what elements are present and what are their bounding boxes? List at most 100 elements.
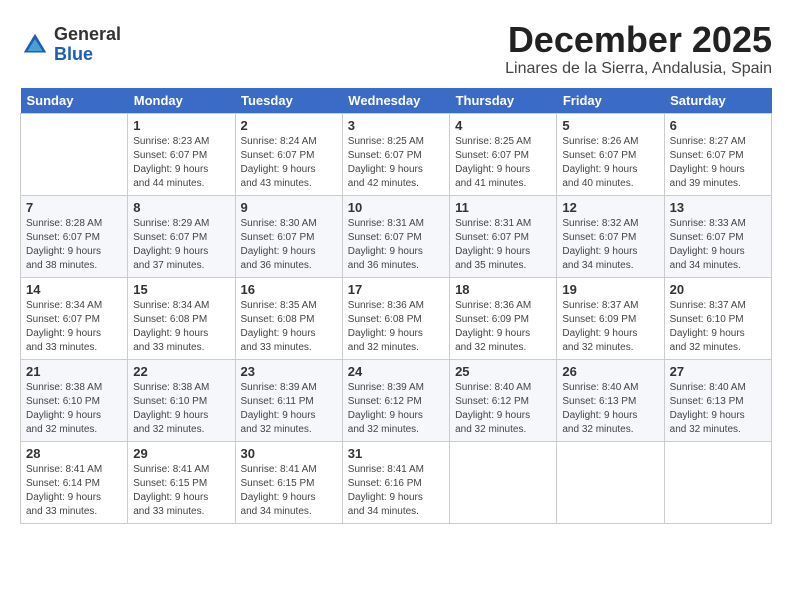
day-info: Sunrise: 8:41 AM Sunset: 6:15 PM Dayligh… xyxy=(133,463,229,519)
day-info: Sunrise: 8:40 AM Sunset: 6:12 PM Dayligh… xyxy=(455,381,551,437)
day-cell: 14 Sunrise: 8:34 AM Sunset: 6:07 PM Dayli… xyxy=(21,277,128,359)
day-number: 13 xyxy=(670,200,766,215)
day-number: 9 xyxy=(241,200,337,215)
header-row: SundayMondayTuesdayWednesdayThursdayFrid… xyxy=(21,88,772,114)
day-info: Sunrise: 8:34 AM Sunset: 6:07 PM Dayligh… xyxy=(26,299,122,355)
day-info: Sunrise: 8:33 AM Sunset: 6:07 PM Dayligh… xyxy=(670,217,766,273)
day-number: 4 xyxy=(455,118,551,133)
day-cell: 1 Sunrise: 8:23 AM Sunset: 6:07 PM Daylig… xyxy=(128,113,235,195)
day-number: 22 xyxy=(133,364,229,379)
day-number: 17 xyxy=(348,282,444,297)
day-cell: 22 Sunrise: 8:38 AM Sunset: 6:10 PM Dayli… xyxy=(128,359,235,441)
day-info: Sunrise: 8:28 AM Sunset: 6:07 PM Dayligh… xyxy=(26,217,122,273)
day-info: Sunrise: 8:30 AM Sunset: 6:07 PM Dayligh… xyxy=(241,217,337,273)
day-cell xyxy=(21,113,128,195)
calendar-table: SundayMondayTuesdayWednesdayThursdayFrid… xyxy=(20,88,772,524)
page-header: General Blue December 2025 Linares de la… xyxy=(20,20,772,78)
day-number: 21 xyxy=(26,364,122,379)
day-cell: 3 Sunrise: 8:25 AM Sunset: 6:07 PM Daylig… xyxy=(342,113,449,195)
day-number: 28 xyxy=(26,446,122,461)
day-number: 27 xyxy=(670,364,766,379)
day-info: Sunrise: 8:41 AM Sunset: 6:15 PM Dayligh… xyxy=(241,463,337,519)
day-cell: 27 Sunrise: 8:40 AM Sunset: 6:13 PM Dayli… xyxy=(664,359,771,441)
day-info: Sunrise: 8:36 AM Sunset: 6:09 PM Dayligh… xyxy=(455,299,551,355)
day-number: 2 xyxy=(241,118,337,133)
day-info: Sunrise: 8:23 AM Sunset: 6:07 PM Dayligh… xyxy=(133,135,229,191)
column-header-sunday: Sunday xyxy=(21,88,128,114)
day-info: Sunrise: 8:38 AM Sunset: 6:10 PM Dayligh… xyxy=(133,381,229,437)
day-info: Sunrise: 8:39 AM Sunset: 6:11 PM Dayligh… xyxy=(241,381,337,437)
day-cell: 28 Sunrise: 8:41 AM Sunset: 6:14 PM Dayli… xyxy=(21,441,128,523)
day-cell: 31 Sunrise: 8:41 AM Sunset: 6:16 PM Dayli… xyxy=(342,441,449,523)
day-cell: 26Sunrise: 8:40 AM Sunset: 6:13 PM Dayli… xyxy=(557,359,664,441)
day-info: Sunrise: 8:26 AM Sunset: 6:07 PM Dayligh… xyxy=(562,135,658,191)
day-number: 29 xyxy=(133,446,229,461)
day-cell: 10Sunrise: 8:31 AM Sunset: 6:07 PM Dayli… xyxy=(342,195,449,277)
week-row-2: 7 Sunrise: 8:28 AM Sunset: 6:07 PM Daylig… xyxy=(21,195,772,277)
day-number: 15 xyxy=(133,282,229,297)
day-info: Sunrise: 8:37 AM Sunset: 6:10 PM Dayligh… xyxy=(670,299,766,355)
day-cell: 7 Sunrise: 8:28 AM Sunset: 6:07 PM Daylig… xyxy=(21,195,128,277)
day-info: Sunrise: 8:34 AM Sunset: 6:08 PM Dayligh… xyxy=(133,299,229,355)
day-cell: 15 Sunrise: 8:34 AM Sunset: 6:08 PM Dayli… xyxy=(128,277,235,359)
day-cell: 11 Sunrise: 8:31 AM Sunset: 6:07 PM Dayli… xyxy=(450,195,557,277)
day-info: Sunrise: 8:36 AM Sunset: 6:08 PM Dayligh… xyxy=(348,299,444,355)
column-header-monday: Monday xyxy=(128,88,235,114)
day-number: 19 xyxy=(562,282,658,297)
week-row-4: 21 Sunrise: 8:38 AM Sunset: 6:10 PM Dayli… xyxy=(21,359,772,441)
column-header-saturday: Saturday xyxy=(664,88,771,114)
day-info: Sunrise: 8:41 AM Sunset: 6:14 PM Dayligh… xyxy=(26,463,122,519)
day-number: 14 xyxy=(26,282,122,297)
day-cell: 12 Sunrise: 8:32 AM Sunset: 6:07 PM Dayli… xyxy=(557,195,664,277)
day-number: 18 xyxy=(455,282,551,297)
day-info: Sunrise: 8:32 AM Sunset: 6:07 PM Dayligh… xyxy=(562,217,658,273)
day-cell: 30 Sunrise: 8:41 AM Sunset: 6:15 PM Dayli… xyxy=(235,441,342,523)
day-number: 3 xyxy=(348,118,444,133)
day-number: 11 xyxy=(455,200,551,215)
day-cell: 4 Sunrise: 8:25 AM Sunset: 6:07 PM Daylig… xyxy=(450,113,557,195)
day-number: 12 xyxy=(562,200,658,215)
day-number: 25 xyxy=(455,364,551,379)
day-cell: 13 Sunrise: 8:33 AM Sunset: 6:07 PM Dayli… xyxy=(664,195,771,277)
day-info: Sunrise: 8:41 AM Sunset: 6:16 PM Dayligh… xyxy=(348,463,444,519)
day-info: Sunrise: 8:31 AM Sunset: 6:07 PM Dayligh… xyxy=(348,217,444,273)
day-info: Sunrise: 8:29 AM Sunset: 6:07 PM Dayligh… xyxy=(133,217,229,273)
logo-blue: Blue xyxy=(54,45,121,65)
day-info: Sunrise: 8:25 AM Sunset: 6:07 PM Dayligh… xyxy=(455,135,551,191)
day-info: Sunrise: 8:31 AM Sunset: 6:07 PM Dayligh… xyxy=(455,217,551,273)
day-cell: 19Sunrise: 8:37 AM Sunset: 6:09 PM Dayli… xyxy=(557,277,664,359)
day-cell: 24 Sunrise: 8:39 AM Sunset: 6:12 PM Dayli… xyxy=(342,359,449,441)
day-number: 8 xyxy=(133,200,229,215)
day-number: 31 xyxy=(348,446,444,461)
day-cell: 25 Sunrise: 8:40 AM Sunset: 6:12 PM Dayli… xyxy=(450,359,557,441)
day-info: Sunrise: 8:40 AM Sunset: 6:13 PM Dayligh… xyxy=(670,381,766,437)
day-info: Sunrise: 8:25 AM Sunset: 6:07 PM Dayligh… xyxy=(348,135,444,191)
day-cell xyxy=(664,441,771,523)
day-info: Sunrise: 8:27 AM Sunset: 6:07 PM Dayligh… xyxy=(670,135,766,191)
day-number: 26 xyxy=(562,364,658,379)
month-title: December 2025 xyxy=(505,20,772,60)
day-info: Sunrise: 8:35 AM Sunset: 6:08 PM Dayligh… xyxy=(241,299,337,355)
day-number: 7 xyxy=(26,200,122,215)
location: Linares de la Sierra, Andalusia, Spain xyxy=(505,60,772,78)
day-cell: 18 Sunrise: 8:36 AM Sunset: 6:09 PM Dayli… xyxy=(450,277,557,359)
week-row-5: 28 Sunrise: 8:41 AM Sunset: 6:14 PM Dayli… xyxy=(21,441,772,523)
column-header-thursday: Thursday xyxy=(450,88,557,114)
day-number: 1 xyxy=(133,118,229,133)
day-info: Sunrise: 8:39 AM Sunset: 6:12 PM Dayligh… xyxy=(348,381,444,437)
day-number: 24 xyxy=(348,364,444,379)
title-section: December 2025 Linares de la Sierra, Anda… xyxy=(505,20,772,78)
week-row-3: 14 Sunrise: 8:34 AM Sunset: 6:07 PM Dayli… xyxy=(21,277,772,359)
day-cell: 21 Sunrise: 8:38 AM Sunset: 6:10 PM Dayli… xyxy=(21,359,128,441)
day-cell xyxy=(450,441,557,523)
day-cell: 2 Sunrise: 8:24 AM Sunset: 6:07 PM Daylig… xyxy=(235,113,342,195)
day-info: Sunrise: 8:38 AM Sunset: 6:10 PM Dayligh… xyxy=(26,381,122,437)
day-number: 23 xyxy=(241,364,337,379)
day-cell: 9 Sunrise: 8:30 AM Sunset: 6:07 PM Daylig… xyxy=(235,195,342,277)
day-info: Sunrise: 8:24 AM Sunset: 6:07 PM Dayligh… xyxy=(241,135,337,191)
day-cell: 5Sunrise: 8:26 AM Sunset: 6:07 PM Daylig… xyxy=(557,113,664,195)
day-cell: 6Sunrise: 8:27 AM Sunset: 6:07 PM Daylig… xyxy=(664,113,771,195)
day-number: 30 xyxy=(241,446,337,461)
week-row-1: 1 Sunrise: 8:23 AM Sunset: 6:07 PM Daylig… xyxy=(21,113,772,195)
logo-general: General xyxy=(54,25,121,45)
